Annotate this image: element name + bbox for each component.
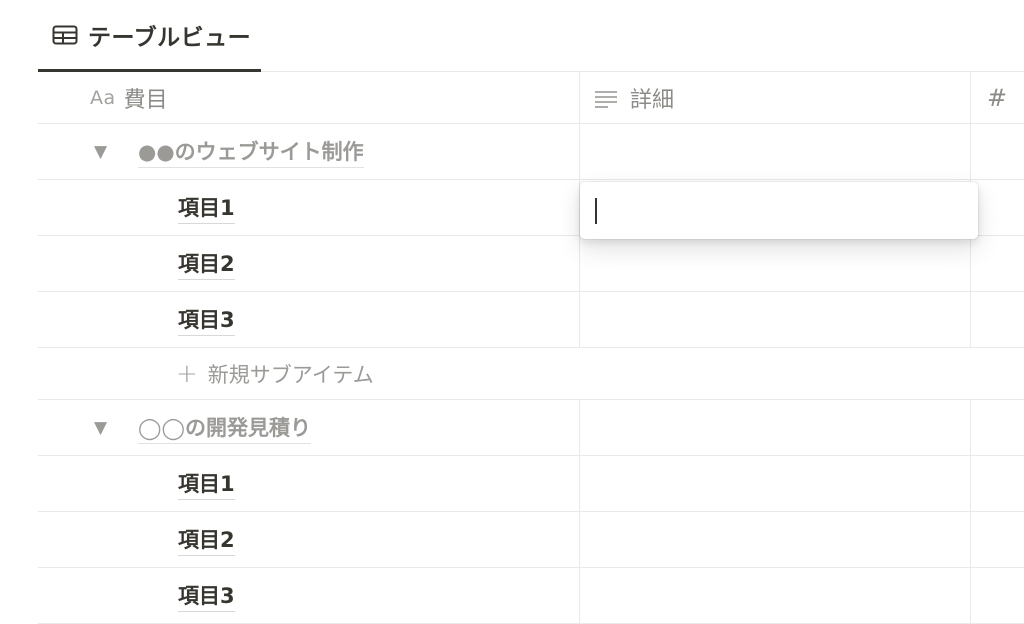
name-cell: 項目3: [38, 568, 580, 623]
column-header-number[interactable]: #: [971, 72, 1024, 123]
detail-cell[interactable]: [580, 456, 971, 511]
add-subitem-label: 新規サブアイテム: [207, 362, 374, 387]
group-title[interactable]: ◯◯の開発見積り: [138, 412, 312, 444]
tab-table-view[interactable]: テーブルビュー: [38, 0, 261, 72]
name-cell: ▼ ●●のウェブサイト制作: [38, 124, 580, 179]
number-cell[interactable]: [971, 512, 1024, 567]
number-cell[interactable]: [971, 292, 1024, 347]
detail-cell[interactable]: [580, 292, 971, 347]
item-title[interactable]: 項目1: [178, 192, 235, 224]
name-cell: 項目2: [38, 236, 580, 291]
detail-cell-editor[interactable]: [580, 182, 978, 239]
number-property-icon: #: [987, 83, 1008, 112]
number-cell[interactable]: [971, 568, 1024, 623]
collapse-toggle-icon[interactable]: ▼: [94, 418, 116, 438]
number-cell[interactable]: [971, 180, 1024, 235]
item-title[interactable]: 項目2: [178, 524, 235, 556]
table-row[interactable]: 項目2: [38, 512, 1024, 568]
plus-icon: +: [176, 358, 198, 389]
group-row[interactable]: ▼ ◯◯の開発見積り: [38, 400, 1024, 456]
database-table: Aa 費目 詳細 # ▼ ●●のウェブサイト制作 項目1 項目2 項目3 + 新…: [38, 72, 1024, 624]
name-cell: 項目2: [38, 512, 580, 567]
add-subitem-button[interactable]: + 新規サブアイテム: [38, 348, 580, 399]
number-cell[interactable]: [971, 456, 1024, 511]
table-row[interactable]: 項目1: [38, 456, 1024, 512]
item-title[interactable]: 項目3: [178, 580, 235, 612]
name-cell: 項目1: [38, 180, 580, 235]
title-property-icon: Aa: [90, 86, 116, 109]
detail-cell[interactable]: [580, 512, 971, 567]
group-row[interactable]: ▼ ●●のウェブサイト制作: [38, 124, 1024, 180]
name-cell: 項目1: [38, 456, 580, 511]
number-cell[interactable]: [971, 236, 1024, 291]
column-label: 費目: [123, 87, 168, 113]
name-cell: ▼ ◯◯の開発見積り: [38, 400, 580, 455]
add-subitem-row[interactable]: + 新規サブアイテム: [38, 348, 1024, 400]
collapse-toggle-icon[interactable]: ▼: [94, 142, 116, 162]
detail-cell[interactable]: [580, 568, 971, 623]
column-label: 詳細: [630, 87, 675, 113]
detail-input[interactable]: [597, 197, 961, 224]
text-lines-icon: [594, 89, 618, 108]
table-row[interactable]: 項目2: [38, 236, 1024, 292]
table-row[interactable]: 項目3: [38, 292, 1024, 348]
table-icon: [52, 25, 78, 45]
detail-cell[interactable]: [580, 400, 971, 455]
tab-label: テーブルビュー: [88, 24, 252, 51]
detail-cell[interactable]: [580, 236, 971, 291]
item-title[interactable]: 項目2: [178, 248, 235, 280]
name-cell: 項目3: [38, 292, 580, 347]
item-title[interactable]: 項目3: [178, 304, 235, 336]
number-cell[interactable]: [971, 124, 1024, 179]
item-title[interactable]: 項目1: [178, 468, 235, 500]
detail-cell[interactable]: [580, 124, 971, 179]
table-row[interactable]: 項目3: [38, 568, 1024, 624]
group-title[interactable]: ●●のウェブサイト制作: [138, 136, 364, 168]
column-header-detail[interactable]: 詳細: [580, 72, 971, 123]
column-header-name[interactable]: Aa 費目: [38, 72, 580, 123]
view-tabs: テーブルビュー: [0, 0, 1024, 72]
header-row: Aa 費目 詳細 #: [38, 72, 1024, 124]
number-cell[interactable]: [971, 400, 1024, 455]
